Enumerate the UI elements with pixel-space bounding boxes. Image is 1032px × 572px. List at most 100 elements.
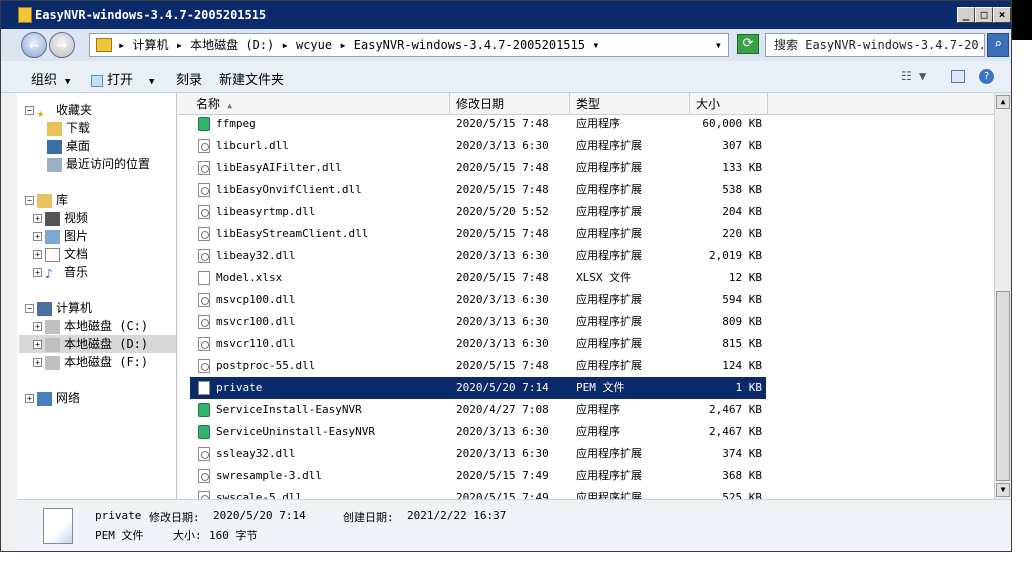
column-header-type[interactable]: 类型 [570,93,690,115]
file-row[interactable]: ServiceInstall-EasyNVR 2020/4/27 7:08 应用程序… [190,399,766,421]
address-bar[interactable]: ▸ 计算机 ▸ 本地磁盘 (D:) ▸ wcyue ▸ EasyNVR-wind… [89,33,729,57]
nav-item-drive-f[interactable]: + 本地磁盘 (F:) [33,353,148,371]
nav-label: 网络 [56,391,81,405]
scroll-up-button[interactable]: ▲ [996,95,1010,109]
expand-icon[interactable]: + [33,322,42,331]
dll-file-icon [198,293,210,307]
chevron-down-icon[interactable]: ▾ [715,34,722,56]
collapse-icon[interactable]: − [25,196,34,205]
scroll-down-button[interactable]: ▼ [996,483,1010,497]
file-date: 2020/5/20 7:14 [456,381,549,394]
file-name: msvcr100.dll [216,315,296,328]
column-header-size[interactable]: 大小 [690,93,768,115]
file-list: 名称 ▲ 修改日期 类型 大小 ffmpeg 2020/5/15 7:48 应用程序… [178,93,994,499]
file-size: 538 KB [722,183,762,196]
nav-item-desktop[interactable]: 桌面 [47,137,90,155]
nav-item-documents[interactable]: + 文档 [33,245,88,263]
nav-label: 收藏夹 [56,103,93,117]
title-bar[interactable]: EasyNVR-windows-3.4.7-2005201515 _ □ × [1,1,1011,29]
desktop-icon [47,139,62,154]
file-row[interactable]: libEasyOnvifClient.dll 2020/5/15 7:48 应用程序… [190,179,766,201]
file-row[interactable]: libEasyStreamClient.dll 2020/5/15 7:48 应用程… [190,223,766,245]
nav-item-downloads[interactable]: 下载 [47,119,90,137]
file-name: ssleay32.dll [216,447,296,460]
dll-file-icon [198,491,210,499]
organize-menu[interactable]: 组织 ▼ [31,69,70,88]
nav-item-pictures[interactable]: + 图片 [33,227,88,245]
open-button[interactable]: 打开 ▼ [91,69,154,88]
file-row[interactable]: private 2020/5/20 7:14 PEM 文件 1 KB [190,377,766,399]
file-size: 368 KB [722,469,762,482]
file-type: XLSX 文件 [576,271,632,284]
file-row[interactable]: msvcp100.dll 2020/3/13 6:30 应用程序扩展 594 KB [190,289,766,311]
minimize-button[interactable]: _ [957,7,975,23]
file-row[interactable]: libEasyAIFilter.dll 2020/5/15 7:48 应用程序扩展 1… [190,157,766,179]
file-row[interactable]: libeasyrtmp.dll 2020/5/20 5:52 应用程序扩展 204 K… [190,201,766,223]
file-row[interactable]: msvcr110.dll 2020/3/13 6:30 应用程序扩展 815 KB [190,333,766,355]
collapse-icon[interactable]: − [25,106,34,115]
refresh-button[interactable]: ⟳ [737,34,759,54]
file-row[interactable]: ffmpeg 2020/5/15 7:48 应用程序 60,000 KB [190,115,766,135]
dll-file-icon [198,161,210,175]
column-header-date[interactable]: 修改日期 [450,93,570,115]
preview-pane-icon[interactable] [951,70,965,83]
desktop-edge [1012,0,1032,40]
scroll-thumb[interactable] [996,291,1010,481]
file-date: 2020/5/15 7:49 [456,491,549,499]
document-file-icon [198,381,210,395]
nav-libraries[interactable]: − 库 [25,191,68,209]
expand-icon[interactable]: + [25,394,34,403]
search-button[interactable]: ⌕ [987,33,1009,57]
breadcrumb-item[interactable]: wcyue [296,38,332,52]
expand-icon[interactable]: + [33,214,42,223]
file-row[interactable]: postproc-55.dll 2020/5/15 7:48 应用程序扩展 124 K… [190,355,766,377]
expand-icon[interactable]: + [33,232,42,241]
expand-icon[interactable]: + [33,358,42,367]
breadcrumb-item[interactable]: EasyNVR-windows-3.4.7-2005201515 [354,38,585,52]
file-row[interactable]: ServiceUninstall-EasyNVR 2020/3/13 6:30 应用… [190,421,766,443]
expand-icon[interactable]: + [33,250,42,259]
nav-item-music[interactable]: + ♪ 音乐 [33,263,88,282]
nav-network[interactable]: + 网络 [25,389,80,407]
forward-button[interactable]: → [49,32,75,58]
file-row[interactable]: ssleay32.dll 2020/3/13 6:30 应用程序扩展 374 KB [190,443,766,465]
refresh-icon: ⟳ [742,36,754,51]
expand-icon[interactable]: + [33,340,42,349]
burn-button[interactable]: 刻录 [176,69,202,88]
breadcrumb-item[interactable]: 本地磁盘 (D:) [190,38,274,52]
file-date: 2020/3/13 6:30 [456,293,549,306]
nav-label: 计算机 [56,301,93,315]
nav-label: 本地磁盘 (D:) [64,337,149,351]
file-type: 应用程序扩展 [576,205,642,218]
file-row[interactable]: swresample-3.dll 2020/5/15 7:49 应用程序扩展 368 … [190,465,766,487]
nav-favorites[interactable]: − ★ 收藏夹 [25,101,93,120]
file-name: private [216,381,263,394]
file-name: msvcp100.dll [216,293,296,306]
file-row[interactable]: swscale-5.dll 2020/5/15 7:49 应用程序扩展 525 KB [190,487,766,499]
search-input[interactable]: 搜索 EasyNVR-windows-3.4.7-20... [765,33,985,57]
nav-item-drive-c[interactable]: + 本地磁盘 (C:) [33,317,148,335]
nav-item-videos[interactable]: + 视频 [33,209,88,227]
expand-icon[interactable]: + [33,268,42,277]
file-row[interactable]: msvcr100.dll 2020/3/13 6:30 应用程序扩展 809 KB [190,311,766,333]
column-header-name[interactable]: 名称 ▲ [190,93,450,115]
file-row[interactable]: libeay32.dll 2020/3/13 6:30 应用程序扩展 2,019 KB [190,245,766,267]
file-row[interactable]: libcurl.dll 2020/3/13 6:30 应用程序扩展 307 KB [190,135,766,157]
library-icon [37,193,52,208]
nav-item-recent[interactable]: 最近访问的位置 [47,155,150,173]
nav-computer[interactable]: − 计算机 [25,299,92,317]
close-button[interactable]: × [993,7,1011,23]
collapse-icon[interactable]: − [25,304,34,313]
recent-places-icon [47,157,62,172]
new-folder-button[interactable]: 新建文件夹 [219,69,284,88]
back-button[interactable]: ← [21,32,47,58]
help-icon[interactable]: ? [979,69,994,84]
maximize-button[interactable]: □ [975,7,993,23]
breadcrumb-item[interactable]: 计算机 [132,38,168,52]
vertical-scrollbar[interactable]: ▲ ▼ [994,93,1011,499]
nav-item-drive-d[interactable]: + 本地磁盘 (D:) [19,335,176,353]
organize-label: 组织 [31,73,58,88]
view-options-icon[interactable]: ☷ ▼ [901,69,926,83]
document-icon [45,247,60,262]
file-row[interactable]: Model.xlsx 2020/5/15 7:48 XLSX 文件 12 KB [190,267,766,289]
